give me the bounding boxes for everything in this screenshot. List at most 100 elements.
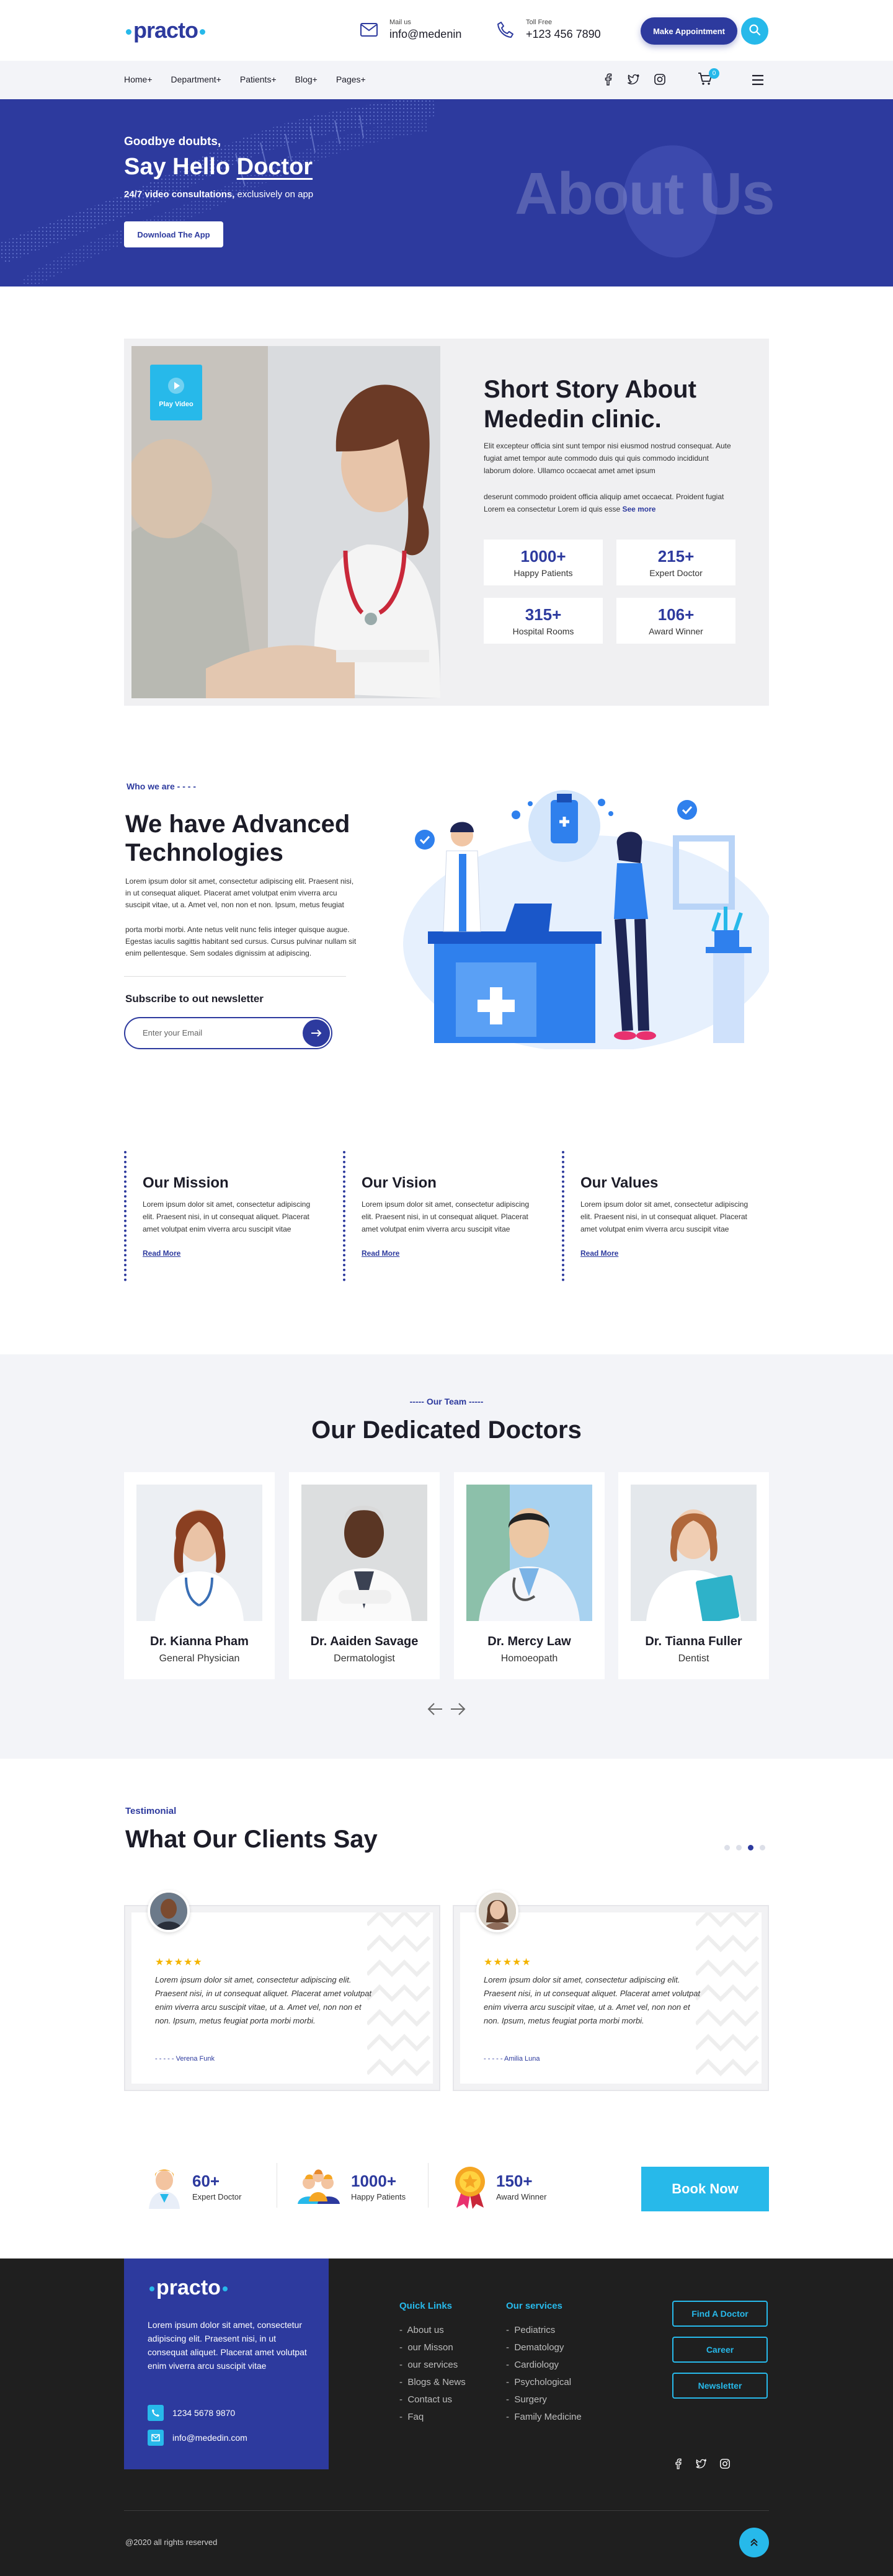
search-button[interactable] [741, 17, 768, 45]
mail-contact[interactable]: Mail us info@medenin [360, 19, 461, 41]
footer-link[interactable]: - our services [399, 2360, 466, 2370]
header-social [603, 73, 666, 89]
twitter-icon[interactable] [696, 2458, 707, 2472]
cart-button[interactable]: 0 [698, 68, 719, 89]
footer-link[interactable]: - Psychological [506, 2377, 582, 2387]
footer-logo[interactable]: practo [148, 2276, 229, 2300]
band-stat-label: Expert Doctor [192, 2192, 242, 2201]
instagram-icon[interactable] [654, 73, 666, 89]
doctor-card[interactable]: Dr. Aaiden Savage Dermatologist [289, 1472, 440, 1679]
newsletter-title: Subscribe to out newsletter [125, 993, 264, 1005]
career-button[interactable]: Career [672, 2337, 768, 2363]
footer-link[interactable]: - our Misson [399, 2342, 466, 2353]
footer-link[interactable]: - Cardiology [506, 2360, 582, 2370]
hero-title: Say Hello Doctor [124, 154, 313, 180]
mission-title: Our Mission [143, 1175, 229, 1191]
back-to-top-button[interactable] [739, 2528, 769, 2557]
footer-link[interactable]: - Contact us [399, 2394, 466, 2405]
clinic-illustration [403, 790, 769, 1049]
mail-value: info@medenin [389, 28, 462, 40]
vision-text: Lorem ipsum dolor sit amet, consectetur … [362, 1200, 530, 1233]
doctor-card[interactable]: Dr. Tianna Fuller Dentist [618, 1472, 769, 1679]
facebook-icon[interactable] [673, 2458, 683, 2472]
footer-link[interactable]: - About us [399, 2325, 466, 2335]
hamburger-menu-icon[interactable] [752, 74, 764, 89]
hero-title-text: Say Hello [124, 154, 237, 180]
footer-services: Our services - Pediatrics - Dematology -… [506, 2301, 582, 2429]
newsletter-submit-button[interactable] [303, 1019, 330, 1047]
nav-pages[interactable]: Pages+ [336, 74, 366, 84]
values-read-more-link[interactable]: Read More [580, 1249, 618, 1258]
stat-value: 215+ [657, 547, 695, 566]
footer-email[interactable]: info@mededin.com [148, 2430, 247, 2446]
phone-value: +123 456 7890 [526, 28, 601, 40]
nav-patients[interactable]: Patients+ [240, 74, 277, 84]
book-now-button[interactable]: Book Now [641, 2167, 769, 2211]
footer-phone[interactable]: 1234 5678 9870 [148, 2405, 235, 2421]
footer-link[interactable]: - Dematology [506, 2342, 582, 2353]
footer-phone-number: 1234 5678 9870 [172, 2408, 236, 2418]
pagination-dot-active[interactable] [748, 1845, 753, 1850]
hero-title-emphasis: Doctor [236, 154, 313, 180]
footer-link[interactable]: - Pediatrics [506, 2325, 582, 2335]
cart-count-badge: 0 [709, 68, 719, 79]
footer-link[interactable]: - Faq [399, 2412, 466, 2422]
newsletter-button[interactable]: Newsletter [672, 2373, 768, 2399]
services-title: Our services [506, 2301, 562, 2311]
pagination-dot[interactable] [736, 1845, 742, 1850]
email-input[interactable]: Enter your Email [143, 1028, 202, 1037]
stat-label: Happy Patients [513, 568, 573, 578]
pagination-dot[interactable] [760, 1845, 765, 1850]
testimonial-title: What Our Clients Say [125, 1826, 378, 1853]
twitter-icon[interactable] [628, 73, 640, 89]
search-icon [749, 24, 761, 39]
mission-read-more-link[interactable]: Read More [143, 1249, 180, 1258]
doctor-card[interactable]: Dr. Kianna Pham General Physician [124, 1472, 275, 1679]
facebook-icon[interactable] [603, 73, 614, 89]
download-app-button[interactable]: Download The App [124, 221, 223, 247]
arrow-left-icon[interactable] [427, 1702, 443, 1720]
doctor-name: Dr. Mercy Law [487, 1635, 571, 1648]
footer-link-label: our Misson [407, 2342, 453, 2353]
phone-contact[interactable]: Toll Free +123 456 7890 [496, 19, 601, 41]
stat-label: Expert Doctor [649, 568, 703, 578]
find-doctor-button[interactable]: Find A Doctor [672, 2301, 768, 2327]
rating-stars: ★★★★★ [484, 1957, 531, 1968]
stat-label: Hospital Rooms [512, 626, 574, 636]
vision-read-more-link[interactable]: Read More [362, 1249, 399, 1258]
footer-link-label: Psychological [514, 2377, 572, 2387]
play-video-button[interactable]: Play Video [150, 365, 202, 420]
footer-link-label: Surgery [514, 2394, 547, 2405]
doctor-card[interactable]: Dr. Mercy Law Homoeopath [454, 1472, 605, 1679]
band-stat-expert-doctor: 60+ Expert Doctor [145, 2164, 241, 2209]
doctor-name: Dr. Tianna Fuller [645, 1635, 742, 1648]
doctor-specialty: Homoeopath [500, 1653, 558, 1664]
band-stat-award-winner: 150+ Award Winner [453, 2164, 546, 2209]
hero-kicker: Goodbye doubts, [124, 135, 221, 148]
site-footer: practo Lorem ipsum dolor sit amet, conse… [0, 2258, 893, 2576]
mission-text: Lorem ipsum dolor sit amet, consectetur … [143, 1200, 311, 1233]
nav-blog[interactable]: Blog+ [295, 74, 318, 84]
award-medal-icon [455, 2167, 485, 2209]
make-appointment-button[interactable]: Make Appointment [641, 17, 737, 45]
client-avatar [476, 1890, 518, 1932]
nav-department[interactable]: Department+ [171, 74, 221, 84]
footer-link[interactable]: - Surgery [506, 2394, 582, 2405]
footer-link[interactable]: - Blogs & News [399, 2377, 466, 2387]
values-card: Our Values Lorem ipsum dolor sit amet, c… [562, 1151, 766, 1281]
mail-icon [148, 2430, 164, 2446]
patients-group-icon [298, 2169, 340, 2204]
story-paragraph-2: deserunt commodo proident officia aliqui… [484, 491, 732, 515]
cart-icon [698, 73, 713, 88]
footer-link[interactable]: - Family Medicine [506, 2412, 582, 2422]
pagination-dot[interactable] [724, 1845, 730, 1850]
site-logo[interactable]: practo [124, 17, 207, 43]
instagram-icon[interactable] [719, 2458, 731, 2472]
nav-home[interactable]: Home+ [124, 74, 153, 84]
arrow-right-icon[interactable] [450, 1702, 466, 1720]
footer-link-label: Blogs & News [407, 2377, 466, 2387]
see-more-link[interactable]: See more [622, 505, 655, 513]
hero-tagline-rest: exclusively on app [234, 189, 314, 200]
team-kicker: ----- Our Team ----- [409, 1397, 484, 1406]
copyright-text: @2020 all rights reserved [125, 2538, 218, 2547]
